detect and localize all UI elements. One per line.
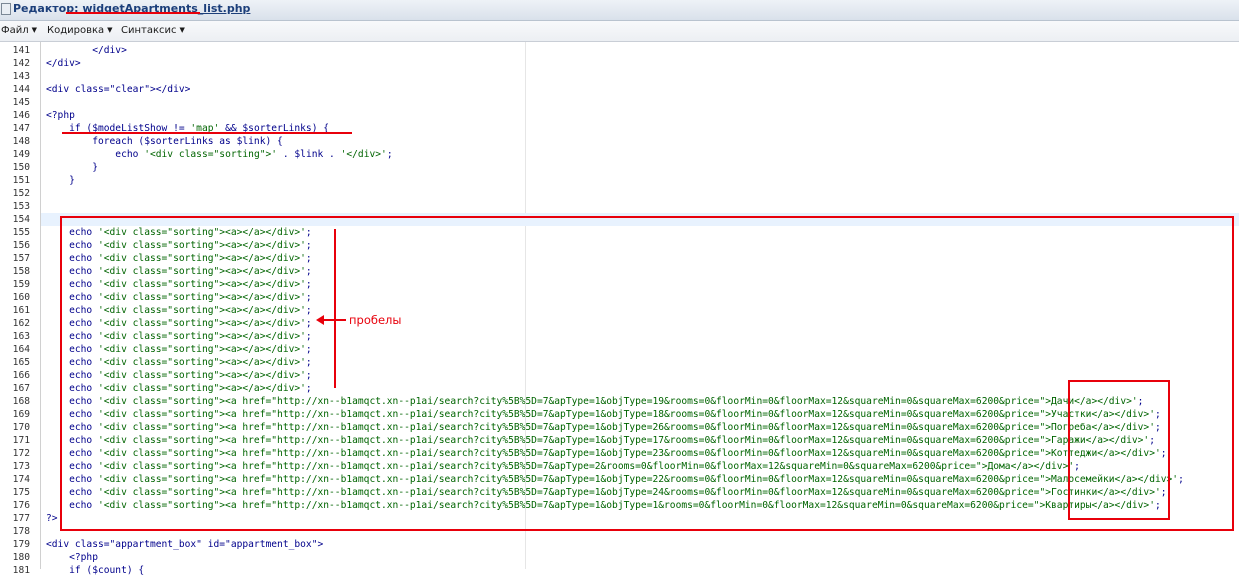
- code-text: echo '<div class="sorting"><a></a></div>…: [46, 279, 312, 290]
- line-number: 167: [12, 383, 30, 394]
- menu-file[interactable]: Файл ▼: [1, 25, 37, 36]
- line-number: 157: [12, 253, 30, 264]
- code-text: ?>: [46, 513, 58, 524]
- line-number: 166: [12, 370, 30, 381]
- document-icon: [1, 3, 11, 15]
- line-number: 180: [12, 552, 30, 563]
- line-number: 143: [12, 71, 30, 82]
- line-number: 156: [12, 240, 30, 251]
- menu-syntax[interactable]: Синтаксис ▼: [121, 25, 185, 36]
- line-number: 164: [12, 344, 30, 355]
- line-number: 153: [12, 201, 30, 212]
- chevron-down-icon: ▼: [107, 26, 113, 34]
- line-number: 165: [12, 357, 30, 368]
- code-text: echo '<div class="sorting"><a></a></div>…: [46, 318, 312, 329]
- line-number: 179: [12, 539, 30, 550]
- code-text: <div class="appartment_box" id="appartme…: [46, 539, 324, 550]
- line-number: 169: [12, 409, 30, 420]
- code-text: echo '<div class="sorting"><a></a></div>…: [46, 240, 312, 251]
- line-number: 172: [12, 448, 30, 459]
- line-number: 178: [12, 526, 30, 537]
- code-text: <?php: [46, 110, 75, 121]
- line-number: 176: [12, 500, 30, 511]
- line-number: 148: [12, 136, 30, 147]
- code-text: echo '<div class="sorting"><a></a></div>…: [46, 253, 312, 264]
- title-prefix: Редактор:: [13, 2, 79, 15]
- menu-encoding[interactable]: Кодировка ▼: [47, 25, 113, 36]
- line-number: 159: [12, 279, 30, 290]
- code-text: <div class="clear"></div>: [46, 84, 191, 95]
- code-text: echo '<div class="sorting"><a href="http…: [46, 500, 1161, 511]
- line-number: 174: [12, 474, 30, 485]
- menu-file-label: Файл: [1, 25, 29, 36]
- line-number: 162: [12, 318, 30, 329]
- code-text: echo '<div class="sorting"><a href="http…: [46, 448, 1167, 459]
- code-text: echo '<div class="sorting"><a></a></div>…: [46, 370, 312, 381]
- menu-syntax-label: Синтаксис: [121, 25, 177, 36]
- line-number: 175: [12, 487, 30, 498]
- line-number: 163: [12, 331, 30, 342]
- code-text: echo '<div class="sorting"><a href="http…: [46, 396, 1144, 407]
- code-text: echo '<div class="sorting"><a></a></div>…: [46, 383, 312, 394]
- code-text: echo '<div class="sorting"><a href="http…: [46, 422, 1161, 433]
- code-text: echo '<div class="sorting"><a></a></div>…: [46, 331, 312, 342]
- line-number: 150: [12, 162, 30, 173]
- chevron-down-icon: ▼: [31, 26, 38, 34]
- line-number: 168: [12, 396, 30, 407]
- code-text: echo '<div class="sorting"><a href="http…: [46, 474, 1184, 485]
- code-text: foreach ($sorterLinks as $link) {: [46, 136, 283, 147]
- code-text: </div>: [46, 58, 81, 69]
- line-number: 141: [12, 45, 30, 56]
- code-text: if ($modeListShow != 'map' && $sorterLin…: [46, 123, 330, 134]
- code-text: echo '<div class="sorting"><a href="http…: [46, 409, 1161, 420]
- line-number: 171: [12, 435, 30, 446]
- line-number: 151: [12, 175, 30, 186]
- code-text: echo '<div class="sorting"><a></a></div>…: [46, 357, 312, 368]
- code-text: <?php: [46, 552, 98, 563]
- menu-bar: Файл ▼ Кодировка ▼ Синтаксис ▼: [0, 21, 1239, 42]
- window-titlebar: Редактор: widgetApartments_list.php: [0, 0, 1239, 21]
- line-number: 170: [12, 422, 30, 433]
- line-number: 160: [12, 292, 30, 303]
- code-text: echo '<div class="sorting"><a></a></div>…: [46, 266, 312, 277]
- title-filename: widgetApartments_list.php: [82, 2, 251, 15]
- code-editor[interactable]: 141 </div> 142 </div> 143 144 <div class="cle…: [0, 42, 1239, 576]
- line-number: 181: [12, 565, 30, 576]
- code-text: echo '<div class="sorting"><a href="http…: [46, 435, 1155, 446]
- code-text: echo '<div class="sorting"><a></a></div>…: [46, 305, 312, 316]
- line-number: 154: [12, 214, 30, 225]
- code-text: }: [46, 175, 75, 186]
- chevron-down-icon: ▼: [179, 26, 185, 34]
- line-number: 161: [12, 305, 30, 316]
- code-text: </div>: [46, 45, 127, 56]
- line-number: 144: [12, 84, 30, 95]
- window-title: Редактор: widgetApartments_list.php: [13, 2, 250, 15]
- code-text: echo '<div class="sorting">' . $link . '…: [46, 149, 393, 160]
- line-number: 158: [12, 266, 30, 277]
- line-number: 146: [12, 110, 30, 121]
- line-number: 149: [12, 149, 30, 160]
- line-number: 152: [12, 188, 30, 199]
- code-text: echo '<div class="sorting"><a></a></div>…: [46, 292, 312, 303]
- code-text: }: [46, 162, 98, 173]
- code-text: echo '<div class="sorting"><a href="http…: [46, 487, 1167, 498]
- code-text: echo '<div class="sorting"><a href="http…: [46, 461, 1080, 472]
- menu-encoding-label: Кодировка: [47, 25, 105, 36]
- line-number: 155: [12, 227, 30, 238]
- line-number: 142: [12, 58, 30, 69]
- line-number: 147: [12, 123, 30, 134]
- code-text: echo '<div class="sorting"><a></a></div>…: [46, 227, 312, 238]
- code-text: if ($count) {: [46, 565, 145, 576]
- annotation-label: пробелы: [349, 313, 402, 327]
- line-number: 145: [12, 97, 30, 108]
- code-text: echo '<div class="sorting"><a></a></div>…: [46, 344, 312, 355]
- line-number: 173: [12, 461, 30, 472]
- active-line-highlight: [41, 213, 1239, 226]
- line-number: 177: [12, 513, 30, 524]
